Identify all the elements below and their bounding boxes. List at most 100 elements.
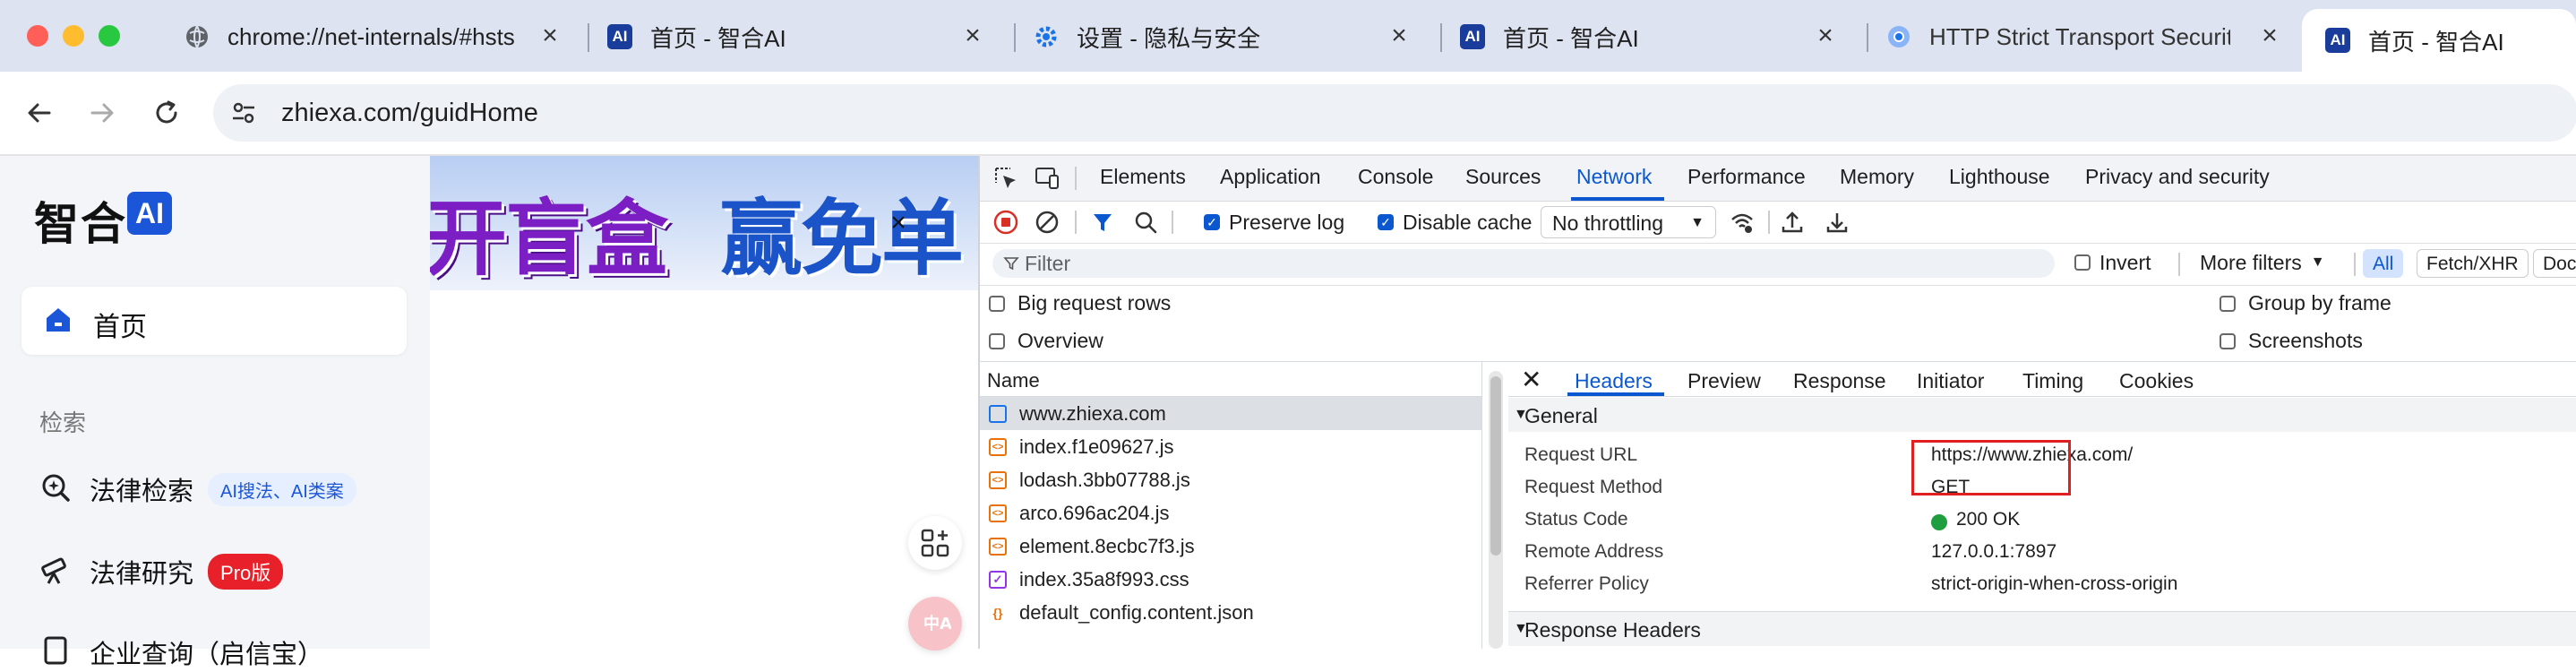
tab-elements[interactable]: Elements	[1100, 165, 1186, 189]
json-file-icon: {}	[992, 605, 1003, 620]
inspect-element-icon[interactable]	[992, 165, 1019, 196]
tab-performance[interactable]: Performance	[1687, 165, 1806, 189]
request-row[interactable]: <> arco.696ac204.js	[980, 496, 1481, 530]
nav-item-legal-search[interactable]: 法律检索 AI搜法、AI类案	[39, 470, 356, 509]
window-maximize-button[interactable]	[99, 25, 120, 47]
tab-timing[interactable]: Timing	[2022, 369, 2083, 393]
import-har-icon[interactable]	[1779, 209, 1806, 240]
checkbox-unchecked-icon[interactable]	[2074, 254, 2091, 271]
tab-privacy-security[interactable]: Privacy and security	[2085, 165, 2270, 189]
devtools-tab-bar: Elements Application Console Sources Net…	[980, 156, 2576, 202]
tab-close-icon[interactable]: ×	[960, 22, 985, 49]
tab-cookies[interactable]: Cookies	[2119, 369, 2194, 393]
nav-item-company-query[interactable]: 企业查询（启信宝）	[39, 633, 323, 672]
url-text[interactable]: zhiexa.com/guidHome	[281, 99, 538, 128]
tab-lighthouse[interactable]: Lighthouse	[1949, 165, 2050, 189]
filter-chip-fetch-xhr[interactable]: Fetch/XHR	[2417, 249, 2529, 278]
banner-close-icon[interactable]: ×	[883, 208, 914, 238]
more-filters-dropdown[interactable]: More filters ▼	[2200, 249, 2325, 276]
clear-log-icon[interactable]	[1034, 209, 1060, 240]
export-har-icon[interactable]	[1824, 209, 1850, 240]
nav-item-label: 法律检索	[90, 478, 194, 506]
filter-chip-doc[interactable]: Doc	[2533, 249, 2576, 278]
header-key: Referrer Policy	[1524, 573, 1649, 594]
tab-preview[interactable]: Preview	[1687, 369, 1761, 393]
tab-console[interactable]: Console	[1358, 165, 1433, 189]
close-detail-icon[interactable]: ✕	[1521, 365, 1541, 394]
invert-checkbox[interactable]: Invert	[2074, 249, 2151, 276]
device-toolbar-icon[interactable]	[1034, 165, 1060, 196]
browser-tab[interactable]: AI 首页 - 智合AI ×	[584, 11, 1005, 63]
checkbox-unchecked-icon[interactable]	[2220, 295, 2236, 312]
record-stop-icon[interactable]	[992, 209, 1019, 240]
tab-application[interactable]: Application	[1220, 165, 1321, 189]
request-row[interactable]: <> lodash.3bb07788.js	[980, 463, 1481, 496]
nav-item-legal-research[interactable]: 法律研究 Pro版	[39, 552, 284, 591]
tab-initiator[interactable]: Initiator	[1917, 369, 1984, 393]
response-headers-section-header[interactable]: ▼ Response Headers	[1508, 611, 2576, 646]
checkbox-unchecked-icon[interactable]	[2220, 332, 2236, 349]
browser-tab[interactable]: 设置 - 隐私与安全 ×	[1010, 11, 1431, 63]
group-by-frame-checkbox[interactable]: Group by frame	[2220, 291, 2391, 315]
tab-memory[interactable]: Memory	[1840, 165, 1914, 189]
nav-item-home[interactable]: 首页	[21, 287, 407, 355]
checkbox-unchecked-icon[interactable]	[989, 332, 1005, 349]
window-close-button[interactable]	[27, 25, 48, 47]
column-header-name[interactable]: Name	[987, 369, 1040, 392]
request-row[interactable]: <> element.8ecbc7f3.js	[980, 530, 1481, 563]
request-row[interactable]: {} default_config.content.json	[980, 596, 1481, 629]
throttling-select[interactable]: No throttling ▼	[1541, 206, 1716, 238]
tab-response[interactable]: Response	[1793, 369, 1886, 393]
general-section-label: General	[1524, 404, 1598, 427]
filter-chip-all[interactable]: All	[2363, 249, 2404, 278]
site-info-icon[interactable]	[228, 97, 260, 129]
forward-arrow-icon[interactable]	[82, 93, 122, 133]
scrollbar-thumb[interactable]	[1490, 376, 1501, 556]
network-conditions-icon[interactable]	[1729, 209, 1756, 240]
disable-cache-checkbox[interactable]: ✓ Disable cache	[1378, 209, 1532, 236]
window-minimize-button[interactable]	[63, 25, 84, 47]
header-value[interactable]: 200 OK	[1956, 509, 2020, 530]
filter-input[interactable]: Filter	[992, 249, 2055, 278]
general-section-header[interactable]: ▼ General	[1508, 398, 2576, 432]
response-headers-label: Response Headers	[1524, 618, 1701, 642]
request-name: index.35a8f993.css	[1019, 567, 1189, 590]
header-row: Referrer Policy strict-origin-when-cross…	[1508, 568, 2576, 600]
request-list-scrollbar[interactable]	[1489, 371, 1503, 649]
browser-tab-active[interactable]: AI 首页 - 智合AI	[2302, 9, 2576, 72]
browser-tab[interactable]: AI 首页 - 智合AI ×	[1437, 11, 1858, 63]
browser-tab[interactable]: chrome://net-internals/#hsts ×	[161, 11, 582, 63]
tab-headers[interactable]: Headers	[1575, 369, 1653, 393]
tab-close-icon[interactable]: ×	[2257, 22, 2282, 49]
tab-network[interactable]: Network	[1576, 165, 1652, 189]
search-icon[interactable]	[1132, 209, 1159, 240]
screenshots-checkbox[interactable]: Screenshots	[2220, 329, 2363, 353]
translate-icon[interactable]: 中A	[908, 597, 962, 650]
address-bar[interactable]: zhiexa.com/guidHome	[213, 84, 2576, 142]
tab-close-icon[interactable]: ×	[537, 22, 562, 49]
request-name: lodash.3bb07788.js	[1019, 468, 1190, 491]
preserve-log-checkbox[interactable]: ✓ Preserve log	[1204, 209, 1344, 236]
zhihe-ai-icon: AI	[607, 24, 632, 49]
grid-add-icon[interactable]	[908, 516, 962, 570]
checkbox-unchecked-icon[interactable]	[989, 295, 1005, 312]
reload-icon[interactable]	[147, 93, 186, 133]
header-value[interactable]: 127.0.0.1:7897	[1931, 541, 2057, 563]
filter-funnel-icon[interactable]	[1089, 209, 1116, 240]
request-row[interactable]: ✓ index.35a8f993.css	[980, 563, 1481, 596]
back-arrow-icon[interactable]	[20, 93, 59, 133]
tab-close-icon[interactable]: ×	[1813, 22, 1838, 49]
tab-close-icon[interactable]: ×	[1387, 22, 1412, 49]
promo-banner[interactable]: 开盲盒 赢免单 ×	[430, 156, 978, 290]
request-row[interactable]: www.zhiexa.com	[980, 397, 1481, 430]
header-key: Remote Address	[1524, 541, 1664, 562]
browser-tab[interactable]: HTTP Strict Transport Securit ×	[1863, 11, 2302, 63]
stylesheet-file-icon: ✓	[989, 570, 1007, 589]
header-value[interactable]: strict-origin-when-cross-origin	[1931, 573, 2177, 595]
checkbox-checked-icon[interactable]: ✓	[1378, 214, 1394, 230]
big-request-rows-checkbox[interactable]: Big request rows	[989, 291, 1171, 315]
request-row[interactable]: <> index.f1e09627.js	[980, 430, 1481, 463]
checkbox-checked-icon[interactable]: ✓	[1204, 214, 1220, 230]
tab-sources[interactable]: Sources	[1465, 165, 1541, 189]
overview-checkbox[interactable]: Overview	[989, 329, 1103, 353]
